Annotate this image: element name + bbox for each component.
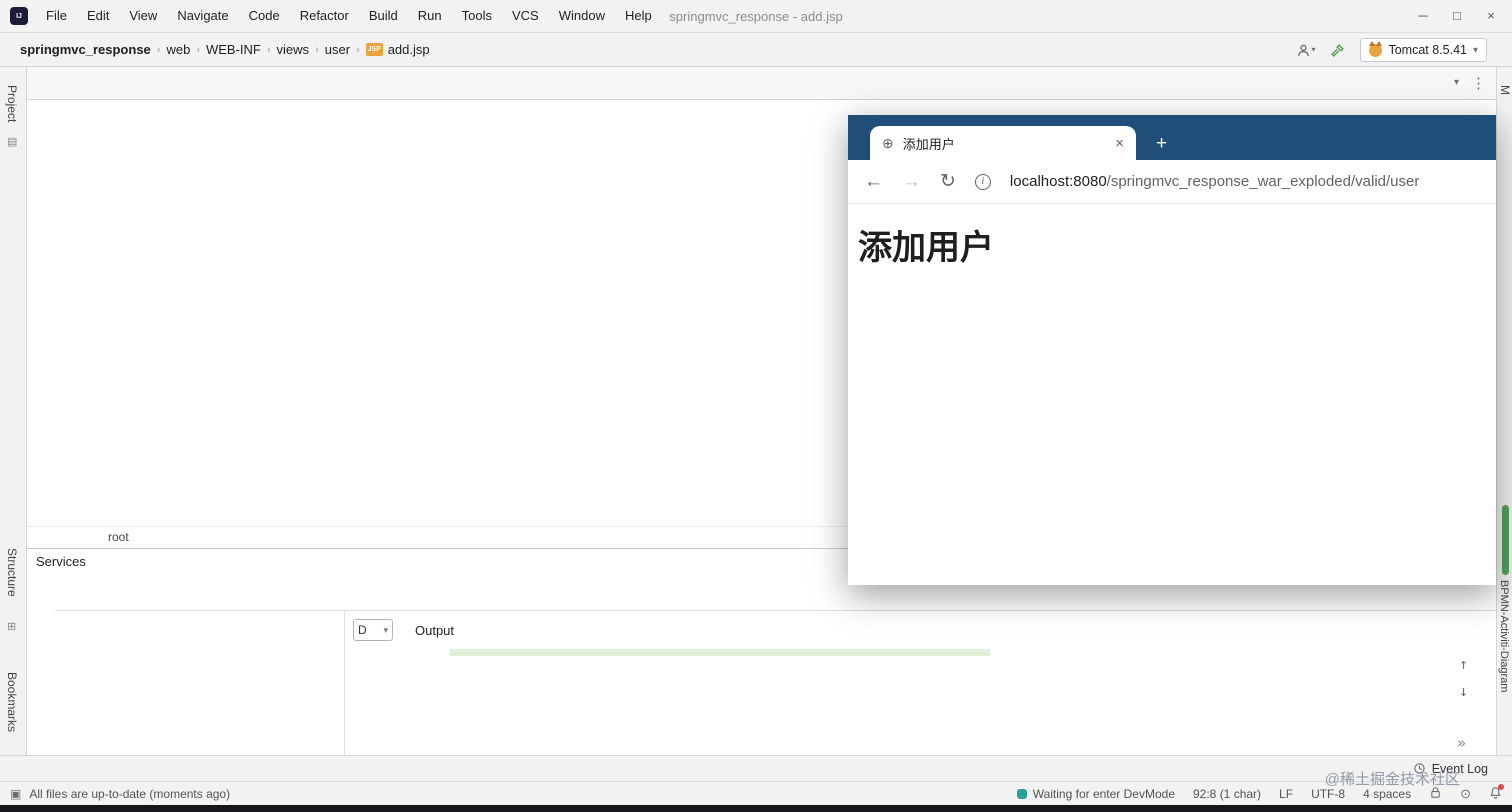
breadcrumb-item-web[interactable]: web xyxy=(164,40,192,59)
app-logo-icon: IJ xyxy=(10,7,28,25)
output-label: Output xyxy=(415,622,455,638)
services-left-strip xyxy=(27,611,55,755)
browser-nav-bar: ← → ↻ i localhost:8080/springmvc_respons… xyxy=(848,160,1496,204)
breadcrumb-label: views xyxy=(276,42,310,57)
next-occurrence-icon[interactable]: ↓ xyxy=(1459,684,1468,699)
breadcrumb-root[interactable]: root xyxy=(108,530,129,544)
tab-options-icon[interactable]: ⋮ xyxy=(1471,76,1486,91)
caret-position[interactable]: 92:8 (1 char) xyxy=(1193,787,1261,801)
navigation-bar: springmvc_response › web › WEB-INF › views › use… xyxy=(0,33,1512,67)
tab-close-icon[interactable]: × xyxy=(1115,135,1124,152)
vcs-widget-icon: ▣ xyxy=(10,786,22,801)
breadcrumb: springmvc_response › web › WEB-INF › views › use… xyxy=(0,40,432,59)
tool-stripe-structure[interactable]: Structure xyxy=(5,548,19,597)
breadcrumb-item-add.jsp[interactable]: JSP add.jsp xyxy=(364,40,432,59)
breadcrumb-separator-icon: › xyxy=(356,43,360,56)
reader-mode-icon[interactable]: ⊙ xyxy=(1460,787,1471,800)
menu-edit[interactable]: Edit xyxy=(77,0,119,32)
profile-icon[interactable]: ▾ xyxy=(1296,43,1315,58)
breadcrumb-separator-icon: › xyxy=(196,43,200,56)
browser-tab-bar: ⊕ 添加用户 × + xyxy=(848,115,1496,160)
menu-view[interactable]: View xyxy=(119,0,167,32)
tomcat-icon xyxy=(1369,40,1383,57)
hidden-tabs-chevron-icon[interactable]: ▾ xyxy=(1454,78,1459,88)
console-output[interactable]: ↑ ↓ » xyxy=(345,649,1496,755)
breadcrumb-separator-icon: › xyxy=(315,43,319,56)
jsp-file-icon: JSP xyxy=(365,43,383,56)
tool-stripe-bookmarks[interactable]: Bookmarks xyxy=(5,672,19,732)
nocalhost-icon xyxy=(1016,788,1027,799)
devmode-status[interactable]: Waiting for enter DevMode xyxy=(1016,787,1175,801)
close-button[interactable]: × xyxy=(1476,1,1506,31)
browser-window: ⊕ 添加用户 × + ← → ↻ i localhost:8080/spring… xyxy=(848,115,1496,585)
chevron-down-icon: ▾ xyxy=(383,624,388,635)
breadcrumb-separator-icon: › xyxy=(266,43,271,56)
new-tab-button[interactable]: + xyxy=(1156,134,1167,153)
breadcrumb-separator-icon: › xyxy=(156,43,161,56)
page-heading: 添加用户 xyxy=(858,230,994,267)
vcs-status-text[interactable]: All files are up-to-date (moments ago) xyxy=(29,787,230,801)
address-bar[interactable]: localhost:8080/springmvc_response_war_ex… xyxy=(1010,173,1419,190)
chevron-down-icon: ▾ xyxy=(1472,44,1478,56)
tool-stripe-project[interactable]: Project xyxy=(5,85,19,122)
menu-bar: IJ File Edit View Navigate Code Refactor Build… xyxy=(0,0,1512,33)
os-taskbar-sliver xyxy=(0,805,1512,812)
build-hammer-icon[interactable] xyxy=(1330,43,1345,58)
server-console: D ▾ Output ↑ ↓ » xyxy=(345,611,1496,755)
tool-stripe-maven[interactable]: M xyxy=(1498,85,1512,95)
breadcrumb-label: add.jsp xyxy=(387,42,430,57)
menu-window[interactable]: Window xyxy=(549,0,615,32)
deploy-combo[interactable]: D ▾ xyxy=(353,619,393,641)
status-bar: ▣ All files are up-to-date (moments ago)… xyxy=(0,781,1512,805)
folded-line-sliver xyxy=(450,649,990,656)
back-icon[interactable]: ← xyxy=(864,171,883,193)
notification-dot xyxy=(1498,783,1504,790)
maximize-button[interactable]: □ xyxy=(1442,1,1472,31)
menu-run[interactable]: Run xyxy=(408,0,452,32)
menu-build[interactable]: Build xyxy=(359,0,408,32)
services-tree xyxy=(55,611,345,755)
site-info-icon[interactable]: i xyxy=(974,173,991,190)
grid-icon: ⊞ xyxy=(7,621,17,633)
menu-tools[interactable]: Tools xyxy=(452,0,502,32)
breadcrumb-item-views[interactable]: views xyxy=(275,40,312,59)
right-tool-stripe: M BPMN-Activiti-Diagram xyxy=(1496,67,1512,755)
prev-occurrence-icon[interactable]: ↑ xyxy=(1459,657,1468,672)
browser-tab-title: 添加用户 xyxy=(902,136,955,152)
globe-favicon-icon: ⊕ xyxy=(882,134,894,151)
menu-file[interactable]: File xyxy=(36,0,77,32)
tool-window-bar: Event Log xyxy=(0,755,1512,781)
scrollbar-marker[interactable] xyxy=(1502,505,1509,575)
browser-page: 添加用户 xyxy=(848,204,1496,585)
breadcrumb-item-springmvc_response[interactable]: springmvc_response xyxy=(18,40,153,59)
folder-icon: ▤ xyxy=(7,136,18,148)
minimize-button[interactable]: ─ xyxy=(1408,1,1438,31)
refresh-icon[interactable]: ↻ xyxy=(940,170,956,193)
line-ending[interactable]: LF xyxy=(1279,787,1293,801)
breadcrumb-label: WEB-INF xyxy=(205,42,261,57)
watermark: @稀土掘金技术社区 xyxy=(1324,771,1460,788)
menu-navigate[interactable]: Navigate xyxy=(167,0,238,32)
menu-code[interactable]: Code xyxy=(239,0,290,32)
console-more-icon[interactable]: » xyxy=(1457,736,1466,751)
main-menu: File Edit View Navigate Code Refactor Build Run… xyxy=(36,0,662,32)
breadcrumb-item-user[interactable]: user xyxy=(323,40,352,59)
forward-icon[interactable]: → xyxy=(902,171,921,193)
run-config-label: Tomcat 8.5.41 xyxy=(1388,43,1467,57)
menu-refactor[interactable]: Refactor xyxy=(290,0,359,32)
breadcrumb-label: web xyxy=(166,42,191,57)
left-tool-stripe: Project ▤ Structure ⊞ Bookmarks xyxy=(0,67,27,755)
tool-stripe-bpmn[interactable]: BPMN-Activiti-Diagram xyxy=(1498,580,1510,692)
editor-tab-bar: ▾ ⋮ xyxy=(27,67,1496,100)
browser-tab[interactable]: ⊕ 添加用户 × xyxy=(870,126,1136,160)
breadcrumb-label: user xyxy=(324,42,351,57)
breadcrumb-item-WEB-INF[interactable]: WEB-INF xyxy=(204,40,263,59)
menu-vcs[interactable]: VCS xyxy=(502,0,549,32)
run-config-select[interactable]: Tomcat 8.5.41 ▾ xyxy=(1360,38,1487,62)
menu-help[interactable]: Help xyxy=(615,0,662,32)
notifications-bell-icon[interactable] xyxy=(1489,783,1504,802)
breadcrumb-label: springmvc_response xyxy=(20,42,151,57)
